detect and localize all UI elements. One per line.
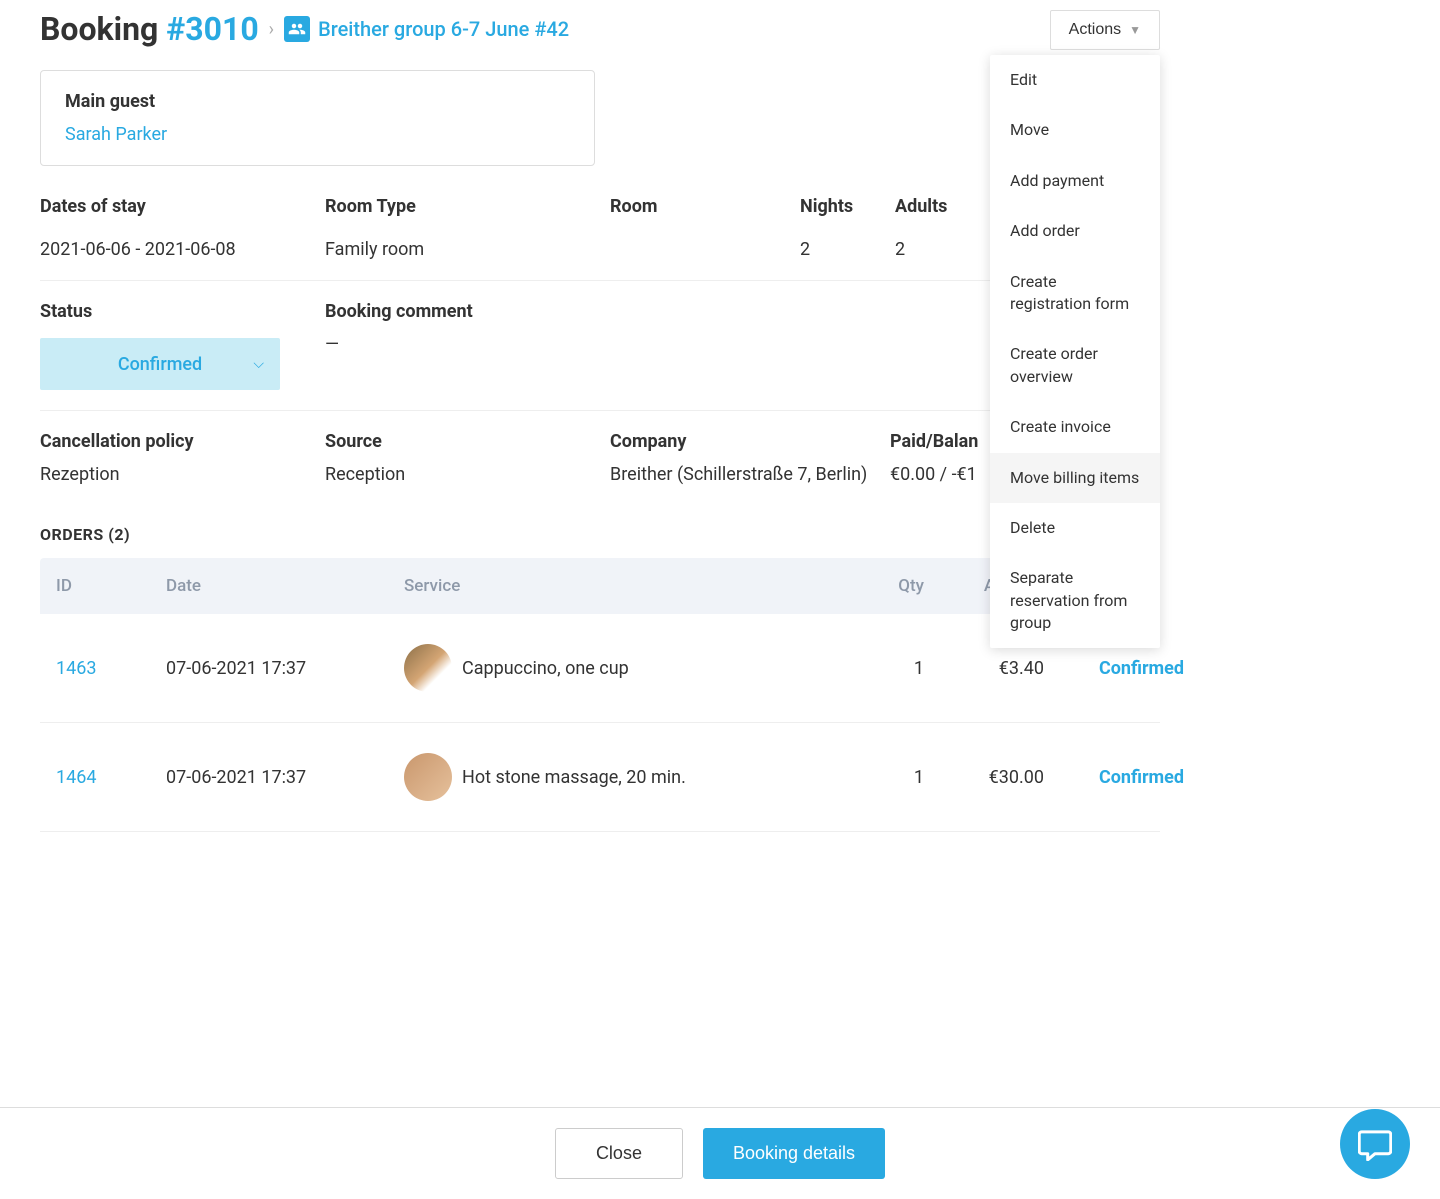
status-label: Status bbox=[40, 301, 325, 322]
service-name: Cappuccino, one cup bbox=[462, 658, 629, 679]
actions-dropdown: Edit Move Add payment Add order Create r… bbox=[990, 55, 1160, 648]
col-qty: Qty bbox=[834, 576, 924, 596]
service-thumbnail bbox=[404, 644, 452, 692]
cancellation-value: Rezeption bbox=[40, 464, 325, 485]
order-status: Confirmed bbox=[1044, 767, 1184, 788]
order-date: 07-06-2021 17:37 bbox=[166, 767, 404, 788]
status-select[interactable]: Confirmed ⌵ bbox=[40, 338, 280, 390]
adults-label: Adults bbox=[895, 196, 990, 217]
menu-add-payment[interactable]: Add payment bbox=[990, 156, 1160, 206]
menu-create-invoice[interactable]: Create invoice bbox=[990, 402, 1160, 452]
order-service: Cappuccino, one cup bbox=[404, 644, 834, 692]
status-value: Confirmed bbox=[118, 354, 202, 375]
col-date: Date bbox=[166, 576, 404, 596]
menu-create-overview[interactable]: Create order overview bbox=[990, 329, 1160, 402]
chat-icon bbox=[1358, 1127, 1392, 1161]
order-id-link[interactable]: 1464 bbox=[56, 767, 166, 788]
booking-details-button[interactable]: Booking details bbox=[703, 1128, 885, 1179]
group-link[interactable]: Breither group 6-7 June #42 bbox=[284, 16, 569, 42]
menu-move[interactable]: Move bbox=[990, 105, 1160, 155]
menu-move-billing[interactable]: Move billing items bbox=[990, 453, 1160, 503]
order-status: Confirmed bbox=[1044, 658, 1184, 679]
col-id: ID bbox=[56, 576, 166, 596]
chat-widget-button[interactable] bbox=[1340, 1109, 1410, 1179]
service-name: Hot stone massage, 20 min. bbox=[462, 767, 686, 788]
breadcrumb: Booking #3010 › Breither group 6-7 June … bbox=[40, 10, 569, 48]
dates-label: Dates of stay bbox=[40, 196, 325, 217]
source-value: Reception bbox=[325, 464, 610, 485]
actions-label: Actions bbox=[1069, 21, 1121, 39]
guest-name-link[interactable]: Sarah Parker bbox=[65, 124, 570, 145]
menu-delete[interactable]: Delete bbox=[990, 503, 1160, 553]
group-link-text: Breither group 6-7 June #42 bbox=[318, 17, 569, 41]
chevron-down-icon: ⌵ bbox=[253, 356, 264, 372]
close-button[interactable]: Close bbox=[555, 1128, 683, 1179]
dates-value: 2021-06-06 - 2021-06-08 bbox=[40, 239, 325, 260]
group-icon bbox=[284, 16, 310, 42]
service-thumbnail bbox=[404, 753, 452, 801]
adults-value: 2 bbox=[895, 239, 990, 260]
menu-separate[interactable]: Separate reservation from group bbox=[990, 553, 1160, 648]
table-row: 1464 07-06-2021 17:37 Hot stone massage,… bbox=[40, 723, 1160, 832]
order-qty: 1 bbox=[834, 767, 924, 788]
roomtype-value: Family room bbox=[325, 239, 610, 260]
order-date: 07-06-2021 17:37 bbox=[166, 658, 404, 679]
source-label: Source bbox=[325, 431, 610, 452]
booking-number[interactable]: #3010 bbox=[166, 10, 258, 48]
menu-edit[interactable]: Edit bbox=[990, 55, 1160, 105]
col-service: Service bbox=[404, 576, 834, 596]
chevron-right-icon: › bbox=[269, 19, 274, 40]
nights-label: Nights bbox=[800, 196, 895, 217]
nights-value: 2 bbox=[800, 239, 895, 260]
order-service: Hot stone massage, 20 min. bbox=[404, 753, 834, 801]
order-qty: 1 bbox=[834, 658, 924, 679]
actions-button[interactable]: Actions ▼ bbox=[1050, 10, 1160, 50]
footer-bar: Close Booking details bbox=[0, 1107, 1440, 1199]
order-id-link[interactable]: 1463 bbox=[56, 658, 166, 679]
company-value: Breither (Schillerstraße 7, Berlin) bbox=[610, 464, 890, 485]
company-label: Company bbox=[610, 431, 890, 452]
menu-create-registration[interactable]: Create registration form bbox=[990, 257, 1160, 330]
page-title: Booking #3010 bbox=[40, 10, 259, 48]
room-value bbox=[610, 239, 800, 260]
main-guest-card: Main guest Sarah Parker bbox=[40, 70, 595, 166]
order-amount: €3.40 bbox=[924, 658, 1044, 679]
roomtype-label: Room Type bbox=[325, 196, 610, 217]
chevron-down-icon: ▼ bbox=[1129, 23, 1141, 37]
menu-add-order[interactable]: Add order bbox=[990, 206, 1160, 256]
room-label: Room bbox=[610, 196, 800, 217]
main-guest-label: Main guest bbox=[65, 91, 570, 112]
cancellation-label: Cancellation policy bbox=[40, 431, 325, 452]
order-amount: €30.00 bbox=[924, 767, 1044, 788]
